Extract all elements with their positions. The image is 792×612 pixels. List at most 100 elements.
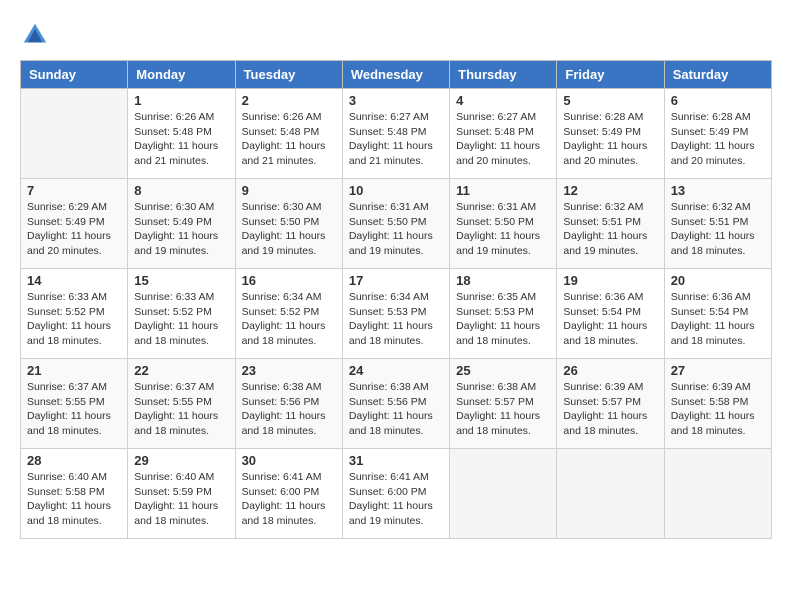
logo [20,20,54,50]
day-info: Sunrise: 6:31 AM Sunset: 5:50 PM Dayligh… [456,200,550,259]
calendar-cell: 9 Sunrise: 6:30 AM Sunset: 5:50 PM Daylig… [235,179,342,269]
page-header [20,20,772,50]
calendar-cell: 17 Sunrise: 6:34 AM Sunset: 5:53 PM Dayli… [342,269,449,359]
day-number: 24 [349,363,443,378]
weekday-header-friday: Friday [557,61,664,89]
day-number: 29 [134,453,228,468]
day-number: 28 [27,453,121,468]
calendar-cell: 18 Sunrise: 6:35 AM Sunset: 5:53 PM Dayli… [450,269,557,359]
weekday-header-row: SundayMondayTuesdayWednesdayThursdayFrid… [21,61,772,89]
day-info: Sunrise: 6:38 AM Sunset: 5:57 PM Dayligh… [456,380,550,439]
calendar-cell: 25 Sunrise: 6:38 AM Sunset: 5:57 PM Dayli… [450,359,557,449]
day-number: 8 [134,183,228,198]
calendar-cell: 23Sunrise: 6:38 AM Sunset: 5:56 PM Dayli… [235,359,342,449]
weekday-header-wednesday: Wednesday [342,61,449,89]
day-number: 30 [242,453,336,468]
day-info: Sunrise: 6:37 AM Sunset: 5:55 PM Dayligh… [27,380,121,439]
day-info: Sunrise: 6:41 AM Sunset: 6:00 PM Dayligh… [242,470,336,529]
calendar-cell: 3 Sunrise: 6:27 AM Sunset: 5:48 PM Daylig… [342,89,449,179]
calendar-cell: 22 Sunrise: 6:37 AM Sunset: 5:55 PM Dayli… [128,359,235,449]
calendar-cell: 26Sunrise: 6:39 AM Sunset: 5:57 PM Dayli… [557,359,664,449]
weekday-header-tuesday: Tuesday [235,61,342,89]
weekday-header-sunday: Sunday [21,61,128,89]
calendar-cell: 28 Sunrise: 6:40 AM Sunset: 5:58 PM Dayli… [21,449,128,539]
day-number: 18 [456,273,550,288]
weekday-header-saturday: Saturday [664,61,771,89]
day-number: 3 [349,93,443,108]
day-info: Sunrise: 6:35 AM Sunset: 5:53 PM Dayligh… [456,290,550,349]
weekday-header-thursday: Thursday [450,61,557,89]
day-number: 2 [242,93,336,108]
calendar-cell [664,449,771,539]
day-number: 31 [349,453,443,468]
calendar-cell [557,449,664,539]
calendar-week-row: 21 Sunrise: 6:37 AM Sunset: 5:55 PM Dayli… [21,359,772,449]
calendar-cell: 6 Sunrise: 6:28 AM Sunset: 5:49 PM Daylig… [664,89,771,179]
calendar-cell: 24 Sunrise: 6:38 AM Sunset: 5:56 PM Dayli… [342,359,449,449]
calendar-cell: 14 Sunrise: 6:33 AM Sunset: 5:52 PM Dayli… [21,269,128,359]
day-number: 12 [563,183,657,198]
day-number: 25 [456,363,550,378]
day-info: Sunrise: 6:28 AM Sunset: 5:49 PM Dayligh… [671,110,765,169]
calendar-cell: 21 Sunrise: 6:37 AM Sunset: 5:55 PM Dayli… [21,359,128,449]
day-info: Sunrise: 6:33 AM Sunset: 5:52 PM Dayligh… [27,290,121,349]
calendar-cell: 4Sunrise: 6:27 AM Sunset: 5:48 PM Daylig… [450,89,557,179]
day-info: Sunrise: 6:34 AM Sunset: 5:53 PM Dayligh… [349,290,443,349]
calendar-cell: 31 Sunrise: 6:41 AM Sunset: 6:00 PM Dayli… [342,449,449,539]
day-number: 10 [349,183,443,198]
calendar-cell: 20 Sunrise: 6:36 AM Sunset: 5:54 PM Dayli… [664,269,771,359]
day-number: 21 [27,363,121,378]
day-number: 14 [27,273,121,288]
day-info: Sunrise: 6:33 AM Sunset: 5:52 PM Dayligh… [134,290,228,349]
calendar-cell: 1 Sunrise: 6:26 AM Sunset: 5:48 PM Daylig… [128,89,235,179]
calendar-cell: 15 Sunrise: 6:33 AM Sunset: 5:52 PM Dayli… [128,269,235,359]
logo-icon [20,20,50,50]
calendar-cell: 5Sunrise: 6:28 AM Sunset: 5:49 PM Daylig… [557,89,664,179]
day-info: Sunrise: 6:40 AM Sunset: 5:59 PM Dayligh… [134,470,228,529]
day-info: Sunrise: 6:27 AM Sunset: 5:48 PM Dayligh… [349,110,443,169]
day-number: 1 [134,93,228,108]
calendar-cell: 12Sunrise: 6:32 AM Sunset: 5:51 PM Dayli… [557,179,664,269]
calendar-week-row: 28 Sunrise: 6:40 AM Sunset: 5:58 PM Dayli… [21,449,772,539]
day-number: 20 [671,273,765,288]
day-number: 9 [242,183,336,198]
calendar-cell: 27Sunrise: 6:39 AM Sunset: 5:58 PM Dayli… [664,359,771,449]
day-number: 6 [671,93,765,108]
calendar-cell: 30 Sunrise: 6:41 AM Sunset: 6:00 PM Dayli… [235,449,342,539]
day-info: Sunrise: 6:26 AM Sunset: 5:48 PM Dayligh… [134,110,228,169]
calendar-cell: 29 Sunrise: 6:40 AM Sunset: 5:59 PM Dayli… [128,449,235,539]
day-info: Sunrise: 6:38 AM Sunset: 5:56 PM Dayligh… [349,380,443,439]
day-info: Sunrise: 6:26 AM Sunset: 5:48 PM Dayligh… [242,110,336,169]
day-info: Sunrise: 6:41 AM Sunset: 6:00 PM Dayligh… [349,470,443,529]
day-number: 16 [242,273,336,288]
day-info: Sunrise: 6:32 AM Sunset: 5:51 PM Dayligh… [671,200,765,259]
day-number: 23 [242,363,336,378]
day-info: Sunrise: 6:37 AM Sunset: 5:55 PM Dayligh… [134,380,228,439]
day-number: 17 [349,273,443,288]
calendar-cell [21,89,128,179]
day-number: 15 [134,273,228,288]
calendar-cell: 7 Sunrise: 6:29 AM Sunset: 5:49 PM Daylig… [21,179,128,269]
day-number: 13 [671,183,765,198]
calendar-cell: 2 Sunrise: 6:26 AM Sunset: 5:48 PM Daylig… [235,89,342,179]
weekday-header-monday: Monday [128,61,235,89]
day-number: 5 [563,93,657,108]
day-number: 7 [27,183,121,198]
calendar-week-row: 1 Sunrise: 6:26 AM Sunset: 5:48 PM Daylig… [21,89,772,179]
calendar-week-row: 14 Sunrise: 6:33 AM Sunset: 5:52 PM Dayli… [21,269,772,359]
calendar-cell: 13 Sunrise: 6:32 AM Sunset: 5:51 PM Dayli… [664,179,771,269]
day-info: Sunrise: 6:36 AM Sunset: 5:54 PM Dayligh… [671,290,765,349]
day-number: 22 [134,363,228,378]
calendar-cell: 8Sunrise: 6:30 AM Sunset: 5:49 PM Daylig… [128,179,235,269]
calendar-cell: 19 Sunrise: 6:36 AM Sunset: 5:54 PM Dayli… [557,269,664,359]
day-info: Sunrise: 6:29 AM Sunset: 5:49 PM Dayligh… [27,200,121,259]
day-info: Sunrise: 6:36 AM Sunset: 5:54 PM Dayligh… [563,290,657,349]
day-number: 4 [456,93,550,108]
day-info: Sunrise: 6:31 AM Sunset: 5:50 PM Dayligh… [349,200,443,259]
day-info: Sunrise: 6:30 AM Sunset: 5:50 PM Dayligh… [242,200,336,259]
day-info: Sunrise: 6:40 AM Sunset: 5:58 PM Dayligh… [27,470,121,529]
day-info: Sunrise: 6:39 AM Sunset: 5:57 PM Dayligh… [563,380,657,439]
day-number: 19 [563,273,657,288]
calendar-cell [450,449,557,539]
day-number: 27 [671,363,765,378]
